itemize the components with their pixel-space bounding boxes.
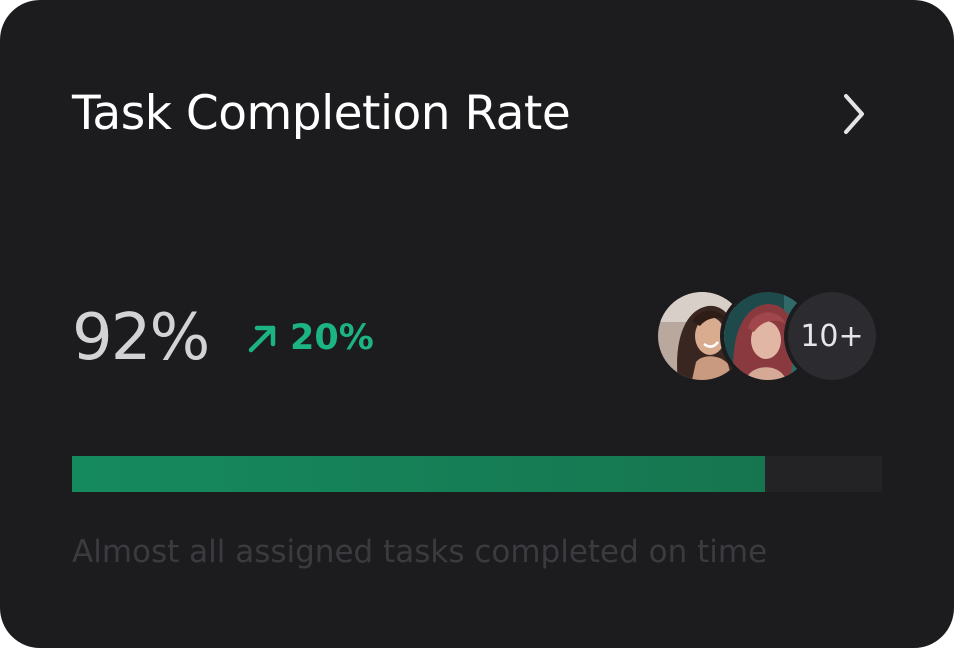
arrow-up-right-icon: [248, 325, 276, 353]
task-completion-card: Task Completion Rate 92% 20% 10+ Almost …: [0, 0, 954, 648]
progress-fill: [72, 456, 765, 492]
trend-value: 20%: [290, 318, 374, 358]
completion-progress-bar: [72, 456, 882, 492]
card-caption: Almost all assigned tasks completed on t…: [72, 534, 768, 570]
more-assignees-badge[interactable]: 10+: [784, 288, 880, 384]
chevron-right-icon[interactable]: [828, 88, 880, 140]
completion-value: 92%: [72, 301, 210, 375]
trend-indicator: 20%: [246, 316, 374, 360]
assignee-avatars[interactable]: 10+: [654, 288, 884, 384]
card-title: Task Completion Rate: [72, 86, 571, 141]
